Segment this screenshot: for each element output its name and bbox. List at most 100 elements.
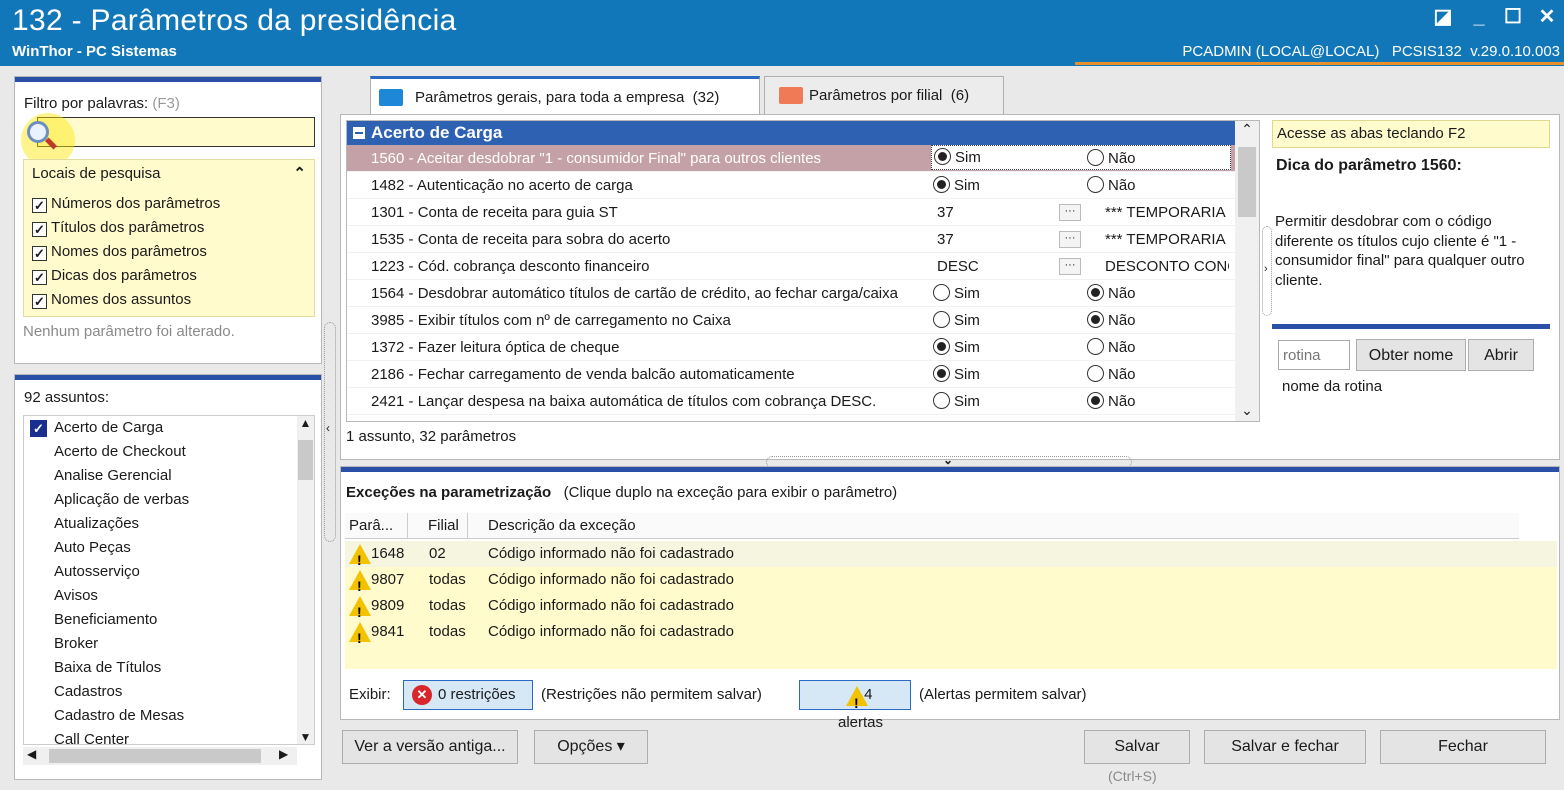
radio-icon[interactable]: [933, 284, 950, 301]
nao-option[interactable]: Não: [1087, 361, 1213, 388]
nao-option[interactable]: Não: [1087, 334, 1213, 361]
radio-icon[interactable]: [933, 311, 950, 328]
collapse-down-icon[interactable]: ⌄: [943, 453, 953, 467]
subject-item[interactable]: Cadastros: [24, 680, 314, 704]
subjects-hscrollbar[interactable]: ◀ ▶: [23, 747, 297, 765]
lookup-button[interactable]: ···: [1059, 204, 1081, 221]
parameter-row[interactable]: 1535 - Conta de receita para sobra do ac…: [347, 226, 1259, 253]
nao-option[interactable]: Não: [1087, 307, 1213, 334]
old-version-button[interactable]: Ver a versão antiga...: [342, 730, 518, 764]
subject-item[interactable]: Aplicação de verbas: [24, 488, 314, 512]
subject-item[interactable]: Acerto de Checkout: [24, 440, 314, 464]
radio-icon[interactable]: [933, 392, 950, 409]
exception-row[interactable]: 9809 todas Código informado não foi cadast…: [345, 593, 1557, 625]
filter-input[interactable]: [37, 117, 315, 147]
restore-icon[interactable]: ◪: [1430, 6, 1456, 30]
save-close-button[interactable]: Salvar e fechar: [1204, 730, 1366, 764]
radio-icon[interactable]: [1087, 311, 1104, 328]
checkbox-icon[interactable]: ✓: [32, 270, 47, 285]
subject-item[interactable]: Atualizações: [24, 512, 314, 536]
location-option[interactable]: ✓ Dicas dos parâmetros: [32, 264, 220, 288]
exception-row[interactable]: 1648 02 Código informado não foi cadastrad…: [345, 541, 1557, 573]
lookup-button[interactable]: ···: [1059, 231, 1081, 248]
subject-item[interactable]: Auto Peças: [24, 536, 314, 560]
checkbox-icon[interactable]: ✓: [32, 246, 47, 261]
parameter-row[interactable]: 2421 - Lançar despesa na baixa automátic…: [347, 388, 1259, 415]
options-button[interactable]: Opções ▾: [534, 730, 648, 764]
collapse-icon[interactable]: ⌃: [293, 164, 306, 182]
scroll-down-icon[interactable]: ⌄: [1235, 402, 1259, 419]
collapse-group-icon[interactable]: [353, 127, 365, 139]
subject-item[interactable]: Beneficiamento: [24, 608, 314, 632]
parameter-value[interactable]: 37: [933, 226, 1063, 253]
checkbox-icon[interactable]: ✓: [32, 198, 47, 213]
scroll-up-icon[interactable]: ⌃: [1235, 121, 1259, 143]
checkbox-icon[interactable]: ✓: [32, 294, 47, 309]
get-name-button[interactable]: Obter nome: [1356, 339, 1466, 371]
tab-branch[interactable]: Parâmetros por filial (6): [764, 76, 1004, 114]
sim-option[interactable]: Sim: [933, 172, 1063, 199]
hint-splitter[interactable]: ›: [1262, 226, 1272, 316]
subject-item[interactable]: Autosserviço: [24, 560, 314, 584]
hscroll-thumb[interactable]: [49, 749, 261, 763]
sim-option[interactable]: Sim: [933, 307, 1063, 334]
group-header[interactable]: Acerto de Carga: [347, 121, 1259, 145]
sim-option[interactable]: Sim: [933, 388, 1063, 415]
nao-option[interactable]: Não: [1087, 388, 1213, 415]
scroll-right-icon[interactable]: ▶: [279, 747, 288, 761]
scroll-down-icon[interactable]: ▼: [297, 730, 314, 744]
routine-input[interactable]: [1278, 340, 1350, 370]
collapse-left-icon[interactable]: ‹: [326, 421, 330, 435]
scroll-left-icon[interactable]: ◀: [27, 747, 36, 761]
sim-option[interactable]: Sim: [933, 361, 1063, 388]
parameter-value[interactable]: DESC: [933, 253, 1063, 280]
subject-item[interactable]: Cadastro de Mesas: [24, 704, 314, 728]
parameter-row[interactable]: 2186 - Fechar carregamento de venda balc…: [347, 361, 1259, 388]
location-option[interactable]: ✓ Nomes dos parâmetros: [32, 240, 220, 264]
parameter-row[interactable]: 1564 - Desdobrar automático títulos de c…: [347, 280, 1259, 307]
location-option[interactable]: ✓ Títulos dos parâmetros: [32, 216, 220, 240]
radio-icon[interactable]: [1087, 149, 1104, 166]
scroll-thumb[interactable]: [298, 440, 313, 480]
scroll-up-icon[interactable]: ▲: [297, 416, 314, 434]
radio-icon[interactable]: [933, 176, 950, 193]
col-filial[interactable]: Filial: [407, 513, 459, 539]
location-option[interactable]: ✓ Nomes dos assuntos: [32, 288, 220, 312]
close-button[interactable]: Fechar: [1380, 730, 1546, 764]
close-icon[interactable]: ✕: [1534, 6, 1560, 30]
radio-icon[interactable]: [1087, 338, 1104, 355]
sim-option[interactable]: Sim: [933, 334, 1063, 361]
nao-option[interactable]: Não: [1087, 145, 1213, 172]
subject-item[interactable]: Baixa de Títulos: [24, 656, 314, 680]
parameter-value[interactable]: 37: [933, 199, 1063, 226]
subject-item[interactable]: ✓ Acerto de Carga: [24, 416, 314, 440]
lookup-button[interactable]: ···: [1059, 258, 1081, 275]
subjects-scrollbar[interactable]: ▲ ▼: [297, 416, 314, 744]
radio-icon[interactable]: [1087, 284, 1104, 301]
sim-option[interactable]: Sim: [933, 280, 1063, 307]
nao-option[interactable]: Não: [1087, 280, 1213, 307]
radio-icon[interactable]: [1087, 365, 1104, 382]
radio-icon[interactable]: [1087, 392, 1104, 409]
vertical-splitter[interactable]: ‹: [324, 322, 336, 542]
radio-icon[interactable]: [934, 148, 951, 165]
checkbox-icon[interactable]: ✓: [32, 222, 47, 237]
col-param[interactable]: Parâ...: [349, 513, 393, 539]
col-desc[interactable]: Descrição da exceção: [467, 513, 636, 539]
minimize-icon[interactable]: _: [1466, 6, 1492, 30]
parameter-row[interactable]: 3985 - Exibir títulos com nº de carregam…: [347, 307, 1259, 334]
grid-scrollbar[interactable]: ⌃ ⌄: [1235, 121, 1259, 421]
subject-item[interactable]: Call Center: [24, 728, 314, 744]
nao-option[interactable]: Não: [1087, 172, 1213, 199]
save-button[interactable]: Salvar: [1084, 730, 1190, 764]
parameter-row[interactable]: 1301 - Conta de receita para guia ST 37 ··…: [347, 199, 1259, 226]
grid-scroll-thumb[interactable]: [1238, 147, 1256, 217]
subject-item[interactable]: Analise Gerencial: [24, 464, 314, 488]
exception-row[interactable]: 9807 todas Código informado não foi cadast…: [345, 567, 1557, 599]
radio-icon[interactable]: [1087, 176, 1104, 193]
parameter-row[interactable]: 1372 - Fazer leitura óptica de cheque Sim…: [347, 334, 1259, 361]
location-option[interactable]: ✓ Números dos parâmetros: [32, 192, 220, 216]
subject-item[interactable]: Avisos: [24, 584, 314, 608]
radio-icon[interactable]: [933, 365, 950, 382]
open-button[interactable]: Abrir: [1468, 339, 1534, 371]
